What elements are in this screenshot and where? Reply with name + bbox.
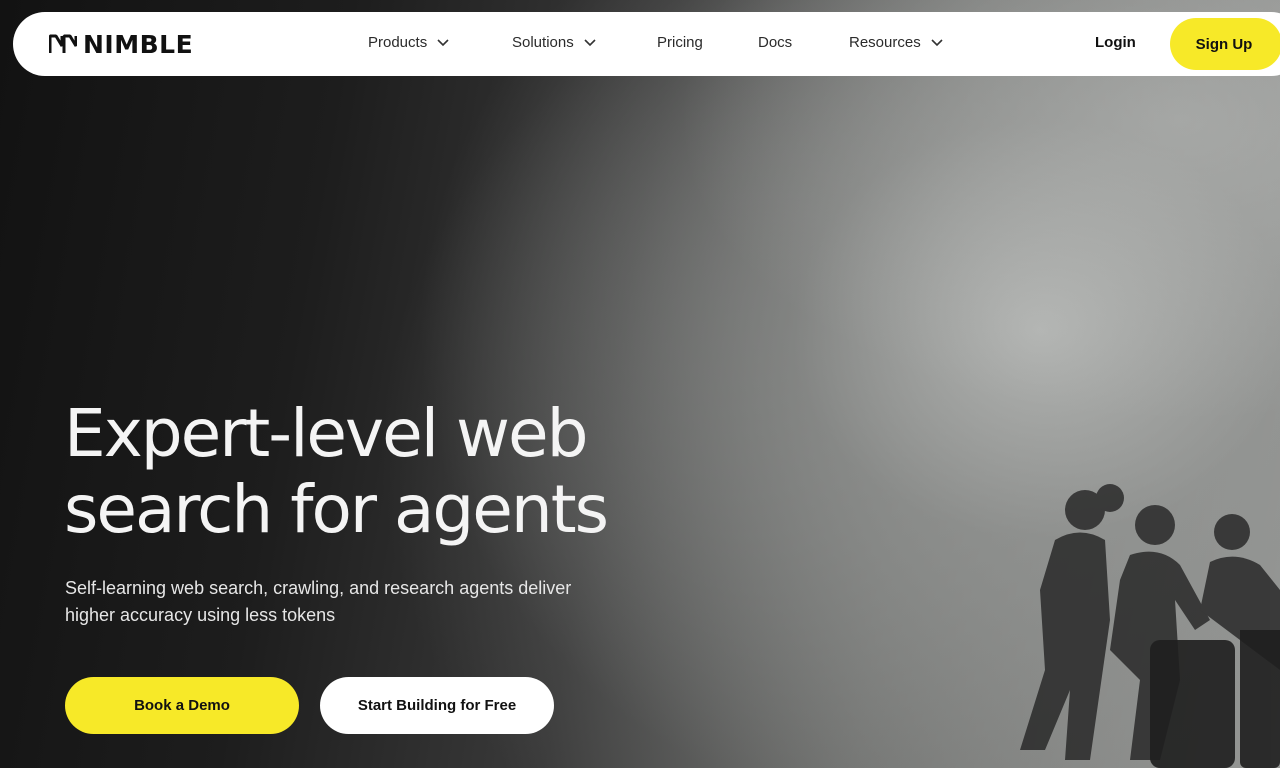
hero-subline-line-1: Self-learning web search, crawling, and … [65, 578, 572, 598]
hero-headline-line-1: Expert-level web [64, 395, 588, 472]
hero-subline: Self-learning web search, crawling, and … [65, 575, 585, 629]
nav-item-label: Pricing [657, 34, 703, 51]
start-building-button[interactable]: Start Building for Free [320, 677, 554, 734]
chevron-down-icon [437, 38, 449, 46]
hero-headline: Expert-level web search for agents [64, 396, 684, 548]
nav-item-docs[interactable]: Docs [758, 34, 792, 51]
nav-item-solutions[interactable]: Solutions [512, 34, 596, 51]
hero-headline-line-2: search for agents [64, 471, 609, 548]
nav-item-label: Products [368, 34, 428, 51]
book-demo-button[interactable]: Book a Demo [65, 677, 299, 734]
nav-item-label: Resources [849, 34, 921, 51]
nav-item-pricing[interactable]: Pricing [657, 34, 703, 51]
top-navbar: NIMBLE Products Solutions Pricing Docs R… [13, 12, 1280, 76]
hero-people-silhouette-image [1020, 484, 1280, 768]
chevron-down-icon [584, 38, 596, 46]
nimble-logo-icon [49, 34, 77, 53]
brand-name: NIMBLE [83, 29, 194, 59]
brand-logo[interactable]: NIMBLE [49, 29, 194, 59]
signup-button[interactable]: Sign Up [1170, 18, 1280, 70]
hero-background [0, 0, 1280, 768]
nav-item-resources[interactable]: Resources [849, 34, 943, 51]
chevron-down-icon [931, 38, 943, 46]
hero-subline-line-2: higher accuracy using less tokens [65, 605, 336, 625]
login-link[interactable]: Login [1095, 34, 1136, 51]
nav-item-products[interactable]: Products [368, 34, 449, 51]
nav-item-label: Solutions [512, 34, 574, 51]
nav-item-label: Docs [758, 34, 793, 51]
